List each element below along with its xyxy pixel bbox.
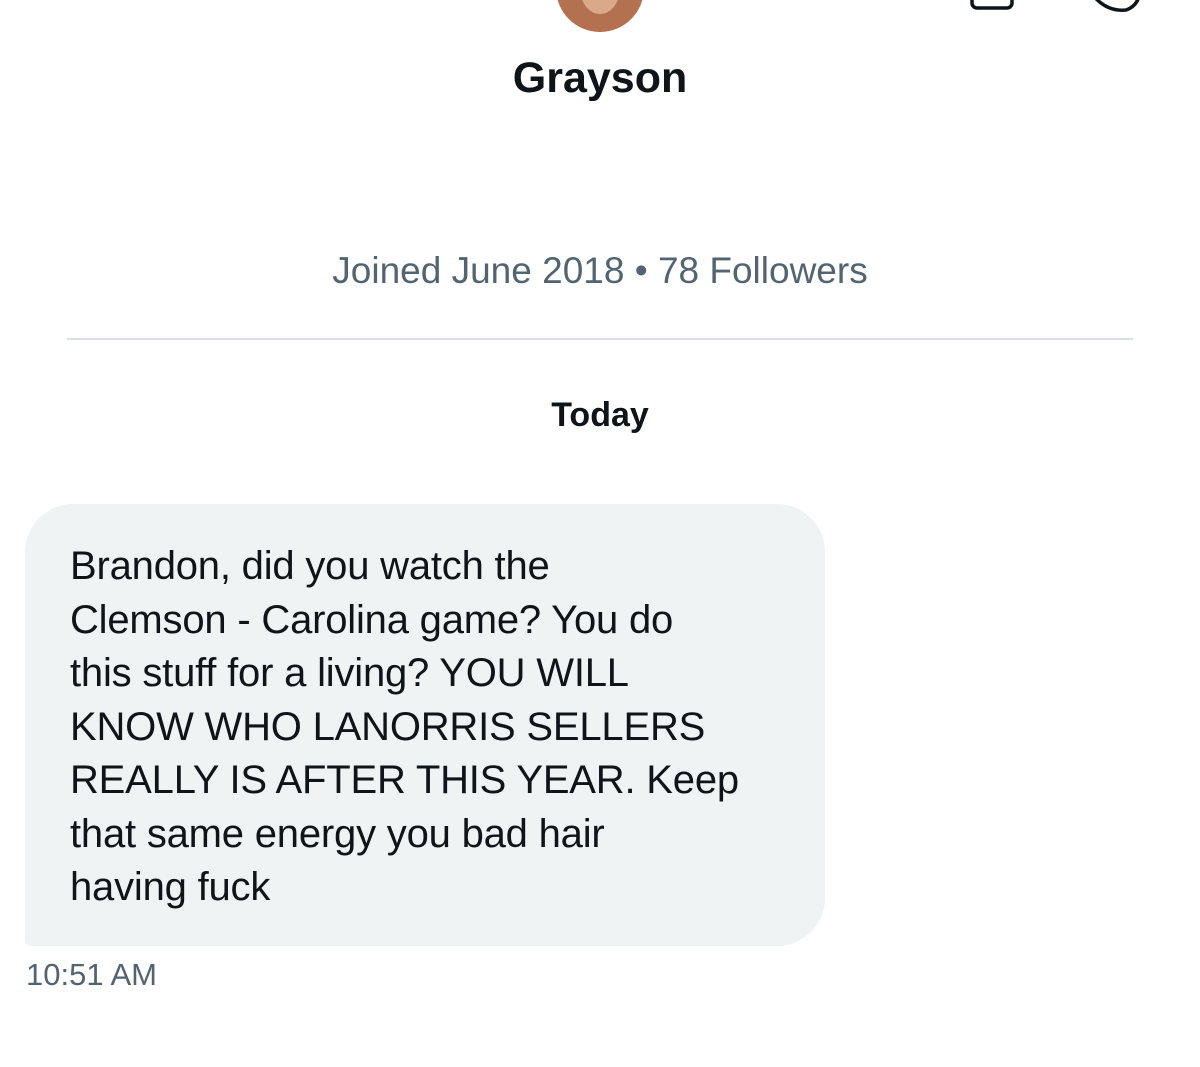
divider	[67, 338, 1133, 340]
message-bubble[interactable]: Brandon, did you watch the Clemson - Car…	[25, 504, 825, 946]
avatar-face	[581, 0, 619, 14]
profile-meta: Joined June 2018 • 78 Followers	[332, 250, 868, 291]
info-icon[interactable]	[1086, 0, 1142, 16]
chevron-left-icon[interactable]	[40, 0, 80, 16]
date-separator: Today	[551, 396, 649, 434]
video-camera-icon[interactable]	[968, 0, 1024, 12]
avatar[interactable]	[556, 0, 644, 32]
message-text: Brandon, did you watch the Clemson - Car…	[70, 544, 739, 909]
message-timestamp: 10:51 AM	[26, 957, 157, 992]
conversation-header	[0, 0, 1200, 40]
profile-name[interactable]: Grayson	[0, 50, 1200, 106]
